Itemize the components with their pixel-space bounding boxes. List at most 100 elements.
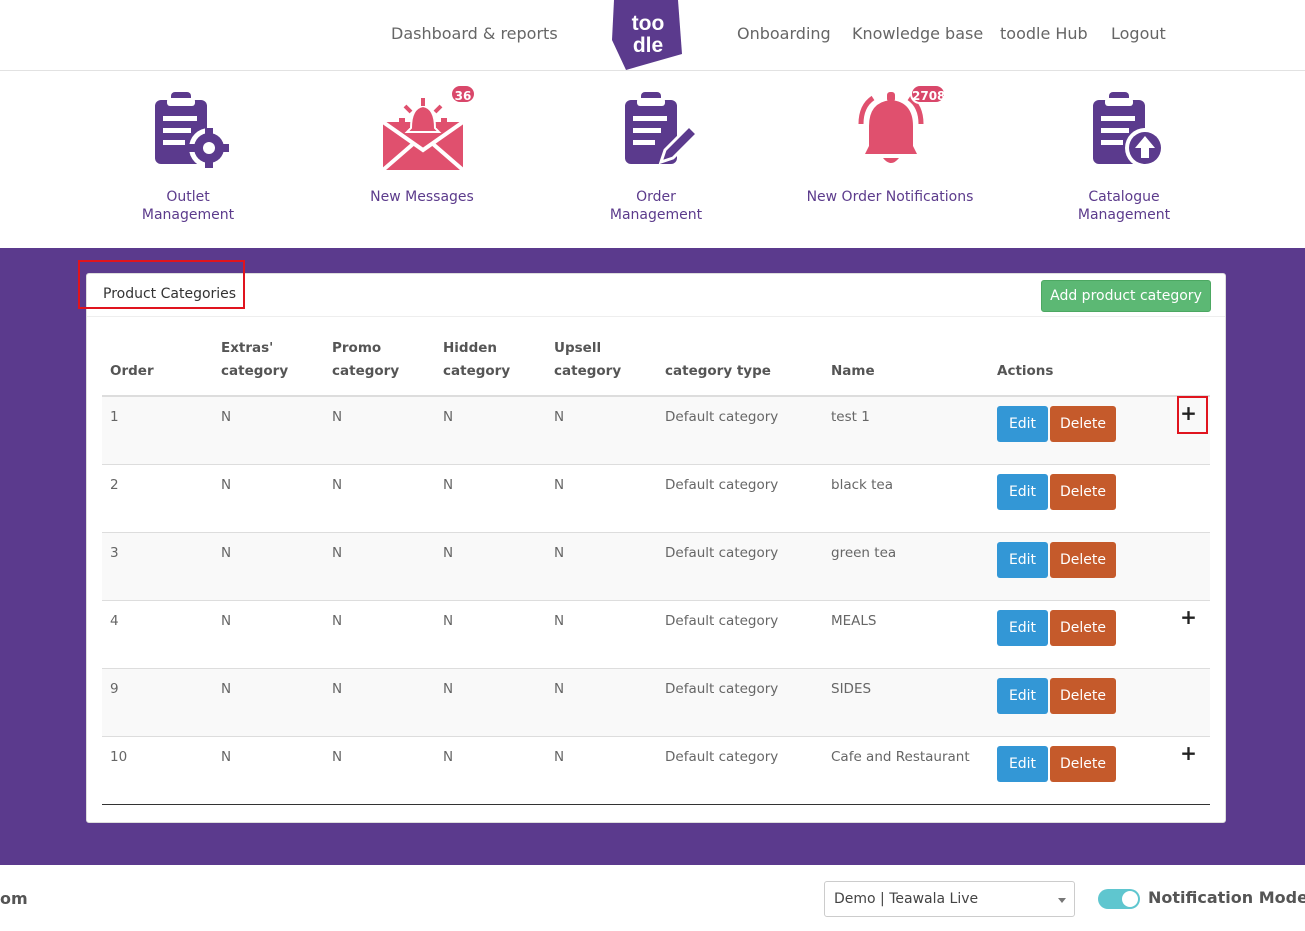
cell-hidden: N [435,531,546,600]
nav-onboarding[interactable]: Onboarding [737,24,831,43]
tile-new-messages[interactable]: 36 New Messages [322,84,522,206]
cell-extras: N [213,531,324,600]
cell-type: Default category [657,531,823,600]
tile-order-label-1: Order [636,189,676,205]
delete-button[interactable]: Delete [1050,609,1116,646]
cell-type: Default category [657,735,823,805]
cell-upsell: N [546,463,657,532]
tile-order-management[interactable]: Order Management [556,86,756,224]
cell-order: 4 [102,599,213,668]
cell-hidden: N [435,735,546,805]
cell-promo: N [324,735,435,805]
plus-icon[interactable]: + [1180,607,1197,627]
delete-button[interactable]: Delete [1050,677,1116,714]
feature-tiles: Outlet Management 36 New Messages Order … [0,72,1305,248]
top-navigation: Dashboard & reports too dle Onboarding K… [0,0,1305,71]
footer-bar: om Demo | Teawala Live Notification Mode [0,865,1305,931]
th-hidden: Hidden category [435,334,546,397]
th-category-type: category type [657,334,823,397]
table-row: 2 N N N N Default category black tea Edit Delete [102,463,1210,532]
notification-mode-label: Notification Mode [1148,888,1305,907]
table-row: 4 N N N N Default category MEALS Edit Delete + [102,599,1210,668]
cell-promo: N [324,531,435,600]
table-row: 1 N N N N Default category test 1 Edit Delete + [102,395,1210,464]
cell-expand [1167,531,1210,600]
delete-button[interactable]: Delete [1050,541,1116,578]
cell-actions: Edit Delete [989,599,1167,668]
cell-order: 9 [102,667,213,736]
cell-hidden: N [435,667,546,736]
tile-outlet-label-2: Management [141,207,235,223]
cell-promo: N [324,395,435,464]
edit-button[interactable]: Edit [997,677,1048,714]
cell-type: Default category [657,667,823,736]
edit-button[interactable]: Edit [997,609,1048,646]
table-header-row: Order Extras' category Promo category Hidd… [102,334,1210,397]
cell-extras: N [213,667,324,736]
nav-toodle-hub[interactable]: toodle Hub [1000,24,1088,43]
chevron-down-icon [1058,898,1066,903]
cell-name: test 1 [823,395,989,464]
tile-notifications-label: New Order Notifications [806,189,974,205]
cell-upsell: N [546,735,657,805]
outlet-select-value: Demo | Teawala Live [834,891,979,907]
plus-icon[interactable]: + [1180,743,1197,763]
delete-button[interactable]: Delete [1050,406,1116,442]
cell-name: black tea [823,463,989,532]
delete-button[interactable]: Delete [1050,473,1116,510]
cell-name: Cafe and Restaurant [823,735,989,805]
cell-name: green tea [823,531,989,600]
highlight-box-title [78,260,245,309]
tile-catalogue-label-1: Catalogue [1088,189,1160,205]
cell-promo: N [324,667,435,736]
toodle-logo-icon: too dle [612,0,682,70]
delete-button[interactable]: Delete [1050,745,1116,782]
cell-extras: N [213,735,324,805]
table-row: 9 N N N N Default category SIDES Edit Delete [102,667,1210,736]
cell-expand: + [1167,735,1210,805]
th-extras: Extras' category [213,334,324,397]
bell-icon: 2708 [845,84,946,176]
notification-mode-toggle[interactable] [1098,889,1140,909]
cell-expand [1167,667,1210,736]
nav-logout[interactable]: Logout [1111,24,1166,43]
cell-upsell: N [546,667,657,736]
edit-button[interactable]: Edit [997,541,1048,578]
nav-dashboard-reports[interactable]: Dashboard & reports [391,24,558,43]
add-product-category-button[interactable]: Add product category [1041,280,1211,312]
cell-actions: Edit Delete [989,735,1167,805]
cell-order: 10 [102,735,213,805]
toggle-knob [1122,891,1138,907]
th-upsell: Upsell category [546,334,657,397]
cell-order: 3 [102,531,213,600]
cell-actions: Edit Delete [989,463,1167,532]
tile-order-label-2: Management [609,207,703,223]
tile-outlet-management[interactable]: Outlet Management [88,86,288,224]
tile-new-order-notifications[interactable]: 2708 New Order Notifications [790,84,990,206]
edit-button[interactable]: Edit [997,745,1048,782]
outlet-select[interactable]: Demo | Teawala Live [824,881,1075,917]
clipboard-gear-icon [143,86,233,176]
edit-button[interactable]: Edit [997,406,1048,442]
table-row: 10 N N N N Default category Cafe and Restauran… [102,735,1210,805]
cell-order: 2 [102,463,213,532]
cell-name: MEALS [823,599,989,668]
logo-text-bottom: dle [633,34,663,57]
th-order: Order [102,334,213,397]
cell-type: Default category [657,599,823,668]
cell-type: Default category [657,395,823,464]
categories-table: Order Extras' category Promo category Hidd… [102,334,1210,805]
toodle-logo[interactable]: too dle [612,0,682,70]
messages-count-badge: 36 [450,84,476,104]
cell-hidden: N [435,395,546,464]
nav-knowledge-base[interactable]: Knowledge base [852,24,983,43]
footer-left-text: om [0,889,28,908]
logo-text-top: too [632,12,665,35]
tile-catalogue-management[interactable]: Catalogue Management [1024,86,1224,224]
product-categories-card: Product Categories Add product category … [86,273,1226,823]
cell-promo: N [324,599,435,668]
edit-button[interactable]: Edit [997,473,1048,510]
envelope-bell-icon: 36 [377,84,476,176]
cell-extras: N [213,395,324,464]
clipboard-upload-icon [1079,86,1169,176]
